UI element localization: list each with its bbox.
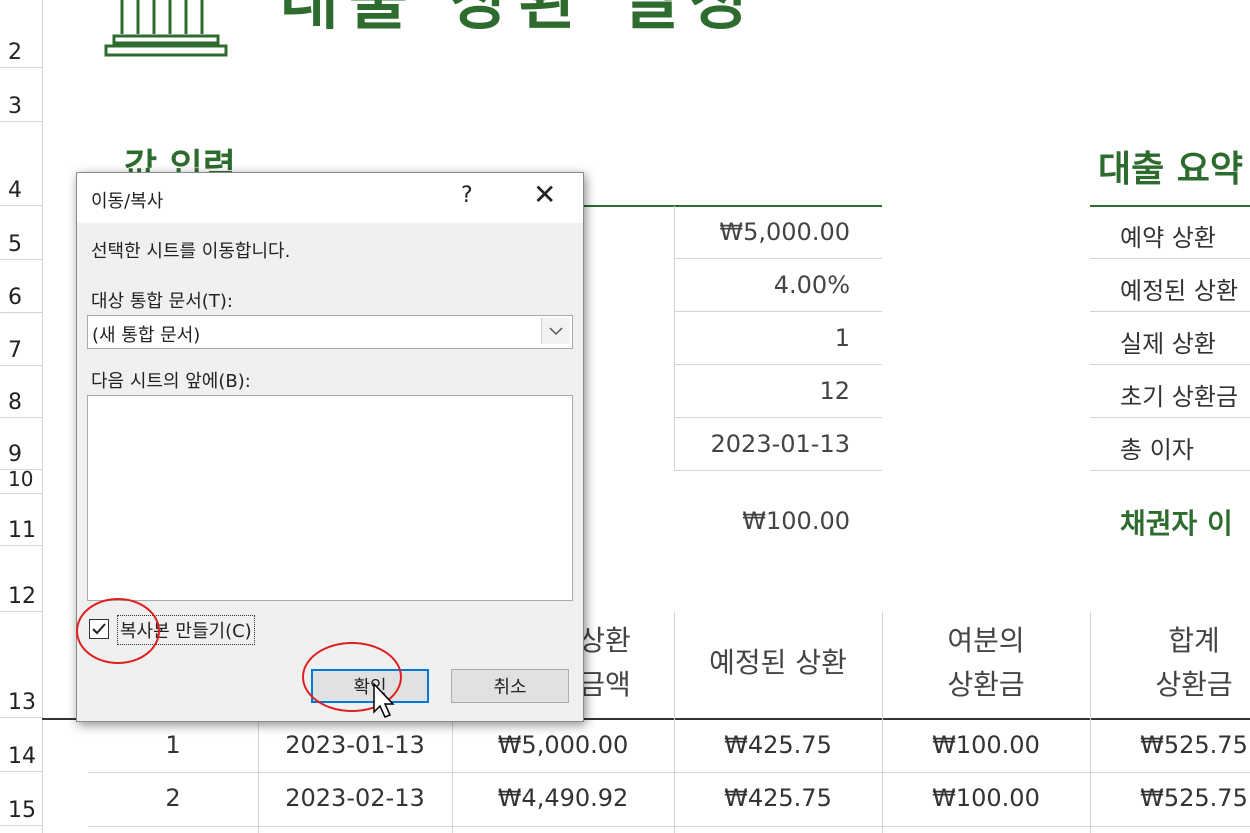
section-summary-heading: 대출 요약 — [1098, 149, 1244, 190]
row-header-3[interactable]: 3 — [0, 68, 42, 122]
grid-line — [674, 311, 882, 312]
loan-amount-value[interactable]: ₩5,000.00 — [719, 218, 850, 246]
row-header-column: 2 3 4 5 6 7 8 9 10 11 12 13 14 15 — [0, 0, 43, 833]
cancel-button[interactable]: 취소 — [451, 669, 569, 703]
summary-label: 총 이자 — [1120, 436, 1194, 464]
lender-heading: 채권자 이 — [1120, 507, 1233, 540]
row-header-7[interactable]: 7 — [0, 313, 42, 366]
payment-date[interactable]: 2023-01-13 — [258, 731, 452, 759]
dialog-title: 이동/복사 — [91, 191, 164, 212]
extra-payment[interactable]: ₩100.00 — [882, 731, 1090, 759]
row-header-6[interactable]: 6 — [0, 260, 42, 313]
header-total-line1: 합계 — [1168, 624, 1220, 657]
summary-label: 실제 상환 — [1120, 330, 1216, 358]
dialog-instruction: 선택한 시트를 이동합니다. — [91, 241, 291, 262]
row-header-12[interactable]: 12 — [0, 546, 42, 612]
total-payment[interactable]: ₩525.75 — [1090, 784, 1250, 812]
chevron-down-icon[interactable] — [541, 318, 570, 344]
grid-line — [674, 364, 882, 365]
before-sheet-list[interactable] — [87, 395, 573, 601]
summary-label: 예정된 상환 — [1120, 277, 1239, 305]
row-header-14[interactable]: 14 — [0, 718, 42, 772]
annotation-circle-checkbox — [76, 598, 160, 664]
target-workbook-label: 대상 통합 문서(T): — [91, 291, 233, 312]
grid-line — [88, 772, 1250, 773]
bank-icon — [104, 0, 230, 62]
extra-payment-value[interactable]: ₩100.00 — [742, 507, 850, 535]
payments-per-year-value[interactable]: 12 — [819, 377, 850, 405]
header-total-line2: 상환금 — [1155, 668, 1233, 701]
extra-payment[interactable]: ₩100.00 — [882, 784, 1090, 812]
grid-line — [1090, 364, 1250, 365]
grid-line — [1090, 470, 1250, 471]
total-payment[interactable]: ₩525.75 — [1090, 731, 1250, 759]
target-workbook-select[interactable]: (새 통합 문서) — [87, 315, 573, 349]
row-header-13[interactable]: 13 — [0, 612, 42, 718]
section-summary-underline — [1090, 205, 1250, 207]
grid-line — [88, 826, 1250, 827]
beginning-balance[interactable]: ₩5,000.00 — [452, 731, 674, 759]
close-icon[interactable]: ✕ — [533, 181, 556, 209]
beginning-balance[interactable]: ₩4,490.92 — [452, 784, 674, 812]
start-date-value[interactable]: 2023-01-13 — [711, 430, 850, 458]
scheduled-payment[interactable]: ₩425.75 — [674, 784, 882, 812]
row-header-9[interactable]: 9 — [0, 418, 42, 470]
row-header-4[interactable]: 4 — [0, 122, 42, 206]
dialog-titlebar[interactable]: 이동/복사 ? ✕ — [77, 173, 583, 223]
grid-line — [674, 206, 675, 470]
scheduled-payment[interactable]: ₩425.75 — [674, 731, 882, 759]
header-extra-line2: 상환금 — [947, 668, 1025, 701]
sheet-title: 대출 상환 일정 — [280, 0, 758, 39]
grid-line — [1090, 258, 1250, 259]
grid-line — [1090, 311, 1250, 312]
grid-line — [1090, 417, 1250, 418]
grid-line — [674, 470, 882, 471]
row-header-8[interactable]: 8 — [0, 366, 42, 418]
header-scheduled-payment: 예정된 상환 — [709, 646, 847, 679]
summary-label: 예약 상환 — [1120, 224, 1216, 252]
mouse-cursor-icon — [372, 682, 396, 724]
row-number[interactable]: 1 — [88, 731, 258, 759]
header-extra-line1: 여분의 — [947, 624, 1025, 657]
row-header-15[interactable]: 15 — [0, 772, 42, 826]
loan-years-value[interactable]: 1 — [835, 324, 850, 352]
interest-rate-value[interactable]: 4.00% — [774, 271, 850, 299]
payment-date[interactable]: 2023-02-13 — [258, 784, 452, 812]
summary-label: 초기 상환금 — [1120, 383, 1239, 411]
row-number[interactable]: 2 — [88, 784, 258, 812]
grid-line — [674, 417, 882, 418]
before-sheet-label: 다음 시트의 앞에(B): — [91, 371, 251, 392]
target-workbook-value: (새 통합 문서) — [92, 325, 201, 346]
help-button[interactable]: ? — [461, 183, 473, 208]
row-header-5[interactable]: 5 — [0, 206, 42, 260]
grid-line — [674, 258, 882, 259]
row-header-10[interactable]: 10 — [0, 467, 42, 494]
row-header-2[interactable]: 2 — [0, 0, 42, 68]
row-header-11[interactable]: 11 — [0, 494, 42, 546]
